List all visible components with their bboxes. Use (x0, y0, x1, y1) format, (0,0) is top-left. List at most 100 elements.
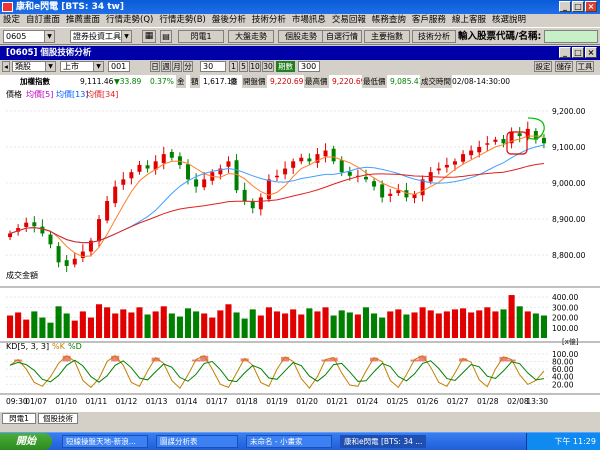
candle-body (177, 156, 182, 165)
menu-item-after-hours[interactable]: 盤後分析 (209, 14, 249, 27)
volume-bar (39, 317, 46, 338)
price-y-tick: 9,200.00 (552, 107, 586, 116)
volume-bar (265, 307, 272, 338)
volume-bar (241, 318, 248, 338)
minimize-button[interactable]: _ (559, 47, 571, 58)
technical-chart-area[interactable]: 價格 均價[5] 均價[13] 均價[34] 9,200.00 9,100.00 9,000… (0, 88, 600, 412)
menu-item-recommended[interactable]: 推薦畫面 (63, 14, 103, 27)
candle-body (56, 246, 61, 263)
menu-item-quotes-q[interactable]: 行情走勢(Q) (103, 14, 156, 27)
price-panel-title: 價格 (6, 89, 22, 99)
volume-y-tick: 200.00 (552, 314, 578, 323)
flash1-button[interactable]: 閃電1 (178, 30, 224, 43)
x-axis-tick: 01/20 (296, 397, 318, 406)
kd-panel-title: KD[5, 3, 3] (6, 342, 49, 351)
stock-trend-button[interactable]: 個股走勢 (278, 30, 324, 43)
minimize-button[interactable]: _ (559, 1, 571, 12)
volume-bar (371, 313, 378, 338)
start-button[interactable]: 開始 (0, 433, 52, 450)
close-button[interactable]: × (585, 47, 597, 58)
x-axis-tick: 01/27 (447, 397, 469, 406)
menu-item-customer-service[interactable]: 客戶服務 (409, 14, 449, 27)
x-axis-tick: 01/13 (146, 397, 168, 406)
step-5-button[interactable]: 5 (239, 61, 248, 72)
maximize-button[interactable]: □ (572, 1, 584, 12)
stock-search-input[interactable] (544, 30, 598, 43)
index-change: ▼33.89 (114, 77, 142, 86)
menu-item-online-support[interactable]: 線上客服 (449, 14, 489, 27)
code-combo[interactable]: 0605 ▼ (3, 30, 55, 43)
taskbar-item-browser[interactable]: 短線操盤天地-新浪... (62, 435, 148, 448)
step-1-button[interactable]: 1 (229, 61, 238, 72)
watchlist-button[interactable]: 自選行情 (322, 30, 362, 43)
volume-bar (492, 311, 499, 338)
volume-bar (112, 313, 119, 338)
candle-body (444, 164, 449, 168)
menu-item-technical[interactable]: 技術分析 (249, 14, 289, 27)
menu-item-market-news[interactable]: 市場訊息 (289, 14, 329, 27)
candle-body (32, 222, 37, 227)
index-code-combo[interactable]: 001 (108, 61, 130, 72)
system-tray: 下午 11:29 (526, 433, 600, 450)
menu-item-custom-screen[interactable]: 自訂畫面 (23, 14, 63, 27)
volume-bar (460, 308, 467, 338)
volume-bar (419, 307, 426, 338)
volume-bar (71, 320, 78, 338)
period-day-button[interactable]: 日 (150, 61, 160, 72)
menu-item-account[interactable]: 帳務查詢 (369, 14, 409, 27)
period-minute-button[interactable]: 分 (183, 61, 193, 72)
grid-icon[interactable]: ▤ (160, 30, 172, 43)
minute-interval-combo[interactable]: 30 (200, 61, 226, 72)
volume-bar (500, 309, 507, 338)
tools-button[interactable]: 工具 (576, 61, 594, 72)
category-combo[interactable]: 類股 ▼ (12, 61, 56, 72)
taskbar-item-trading-app[interactable]: 康和e閃電 [BTS: 34 ... (340, 435, 426, 448)
tab-stock-technical[interactable]: 個股技術 (38, 413, 78, 424)
technical-analysis-button[interactable]: 技術分析 (412, 30, 456, 43)
save-button[interactable]: 儲存 (555, 61, 573, 72)
volume-bar (104, 307, 111, 338)
close-button[interactable]: × (585, 1, 597, 12)
chart-control-row: ◂ 類股 ▼ 上市 ▼ 001 日 週 月 分 30 1 5 10 30 期數 30… (0, 60, 600, 74)
candle-body (242, 189, 247, 202)
period-week-button[interactable]: 週 (161, 61, 171, 72)
candle-body (258, 197, 263, 210)
volume-bar (23, 319, 30, 338)
volume-bar (403, 314, 410, 338)
main-index-button[interactable]: 主要指數 (364, 30, 410, 43)
candle-body (194, 179, 199, 187)
taskbar-item-paint[interactable]: 未命名 - 小畫家 (246, 435, 332, 448)
menu-item-trade-report[interactable]: 交易回報 (329, 14, 369, 27)
calculator-icon[interactable]: ▦ (142, 30, 156, 43)
step-10-button[interactable]: 10 (249, 61, 261, 72)
open-price-label: 開盤價 (242, 75, 267, 88)
menu-item-settings[interactable]: 設定 (0, 14, 23, 27)
candle-body (461, 154, 466, 162)
minute-interval-value: 30 (203, 62, 214, 71)
candle-body (105, 201, 110, 221)
market-combo[interactable]: 上市 ▼ (60, 61, 104, 72)
candle-body (291, 161, 296, 168)
stock-search-label: 輸入股票代碼/名稱: (458, 31, 542, 42)
period-month-button[interactable]: 月 (172, 61, 182, 72)
amount-unit: 億 (230, 77, 238, 86)
volume-bar (7, 315, 14, 338)
x-axis-tick: 01/11 (86, 397, 108, 406)
menu-item-quotes-b[interactable]: 行情走勢(B) (156, 14, 208, 27)
menu-item-help[interactable]: 核選說明 (489, 14, 529, 27)
collapse-icon[interactable]: ◂ (2, 61, 10, 72)
maximize-button[interactable]: □ (572, 47, 584, 58)
taskbar-item-chart-table[interactable]: 圖謀分析表 (156, 435, 238, 448)
candle-body (347, 171, 352, 176)
candle-body (380, 184, 385, 198)
technical-chart-svg[interactable]: 價格 均價[5] 均價[13]均價[34] 9,200.00 9,100.00 9,000… (0, 88, 600, 412)
settings-button[interactable]: 設定 (534, 61, 552, 72)
market-trend-button[interactable]: 大盤走勢 (228, 30, 274, 43)
candle-body (64, 260, 69, 266)
tool-dropdown[interactable]: 證券投資工具 ▼ (70, 30, 132, 43)
tab-flash1[interactable]: 閃電1 (2, 413, 36, 424)
candle-body (97, 219, 102, 242)
period-count-input[interactable]: 300 (298, 61, 320, 72)
step-30-button[interactable]: 30 (262, 61, 274, 72)
volume-bar (395, 309, 402, 338)
